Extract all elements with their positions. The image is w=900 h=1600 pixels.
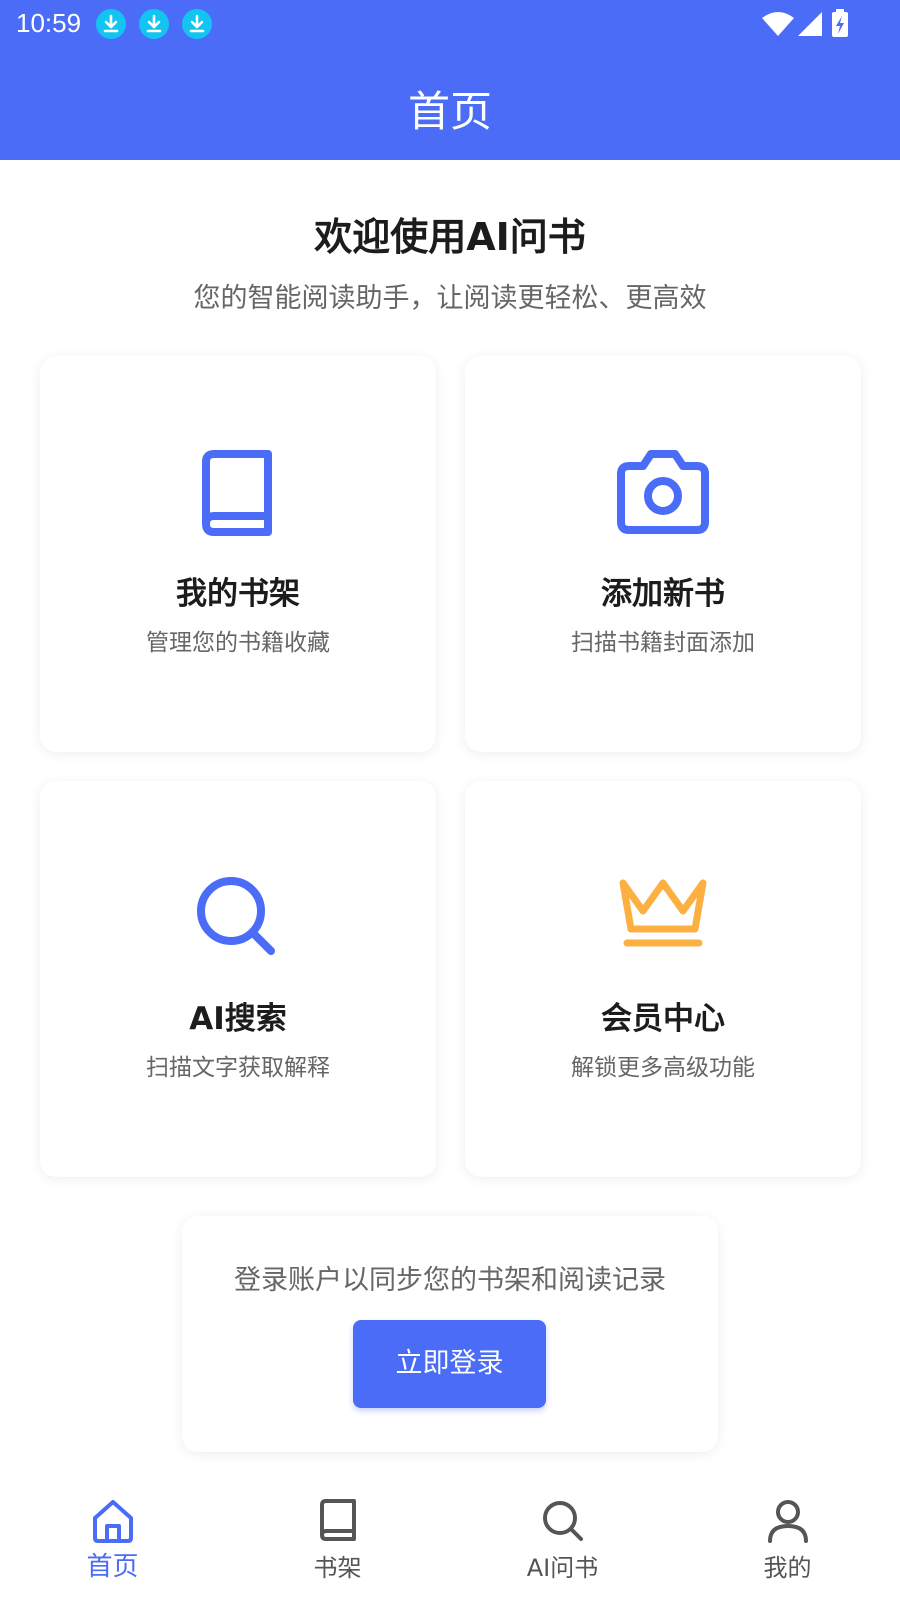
feature-card-bookshelf[interactable]: 我的书架 管理您的书籍收藏 [40,356,436,752]
card-desc: 管理您的书籍收藏 [146,630,330,656]
card-title: 添加新书 [601,576,725,612]
tab-home[interactable]: 首页 [0,1478,225,1600]
battery-icon [832,9,848,37]
card-desc: 扫描书籍封面添加 [571,630,755,656]
card-desc: 扫描文字获取解释 [146,1055,330,1081]
card-title: AI搜索 [189,1001,287,1037]
app-bar: 首页 [0,48,900,160]
tab-bookshelf[interactable]: 书架 [225,1478,450,1600]
signal-icon [798,12,822,36]
book-icon [40,448,436,548]
crown-icon [465,873,861,973]
card-title: 会员中心 [601,1001,725,1037]
status-icons [762,8,862,40]
tab-ai-ask[interactable]: AI问书 [450,1478,675,1600]
status-bar: 10:59 [0,0,900,48]
search-icon [450,1498,675,1544]
home-icon [0,1498,225,1544]
book-icon [225,1498,450,1544]
tab-label: 我的 [763,1554,812,1582]
login-button[interactable]: 立即登录 [353,1320,546,1408]
bottom-tab-bar: 首页 书架 AI问书 我的 [0,1478,900,1600]
download-icon [96,9,126,39]
tab-label: 首页 [86,1552,139,1582]
tab-label: AI问书 [526,1554,599,1582]
tab-profile[interactable]: 我的 [675,1478,900,1600]
feature-card-ai-search[interactable]: AI搜索 扫描文字获取解释 [40,781,436,1177]
welcome-subtitle: 您的智能阅读助手，让阅读更轻松、更高效 [193,283,707,314]
user-icon [675,1498,900,1544]
page-title: 首页 [407,87,492,136]
tab-label: 书架 [313,1554,362,1582]
card-title: 我的书架 [176,576,300,612]
wifi-icon [762,12,794,36]
download-icon [139,9,169,39]
status-time: 10:59 [16,8,82,38]
login-card: 登录账户以同步您的书架和阅读记录 立即登录 [182,1216,718,1452]
welcome-title: 欢迎使用AI问书 [314,215,586,259]
camera-icon [465,448,861,548]
login-prompt: 登录账户以同步您的书架和阅读记录 [234,1265,666,1296]
feature-card-add-book[interactable]: 添加新书 扫描书籍封面添加 [465,356,861,752]
card-desc: 解锁更多高级功能 [571,1055,755,1081]
search-icon [40,873,436,973]
feature-card-membership[interactable]: 会员中心 解锁更多高级功能 [465,781,861,1177]
download-icon [182,9,212,39]
